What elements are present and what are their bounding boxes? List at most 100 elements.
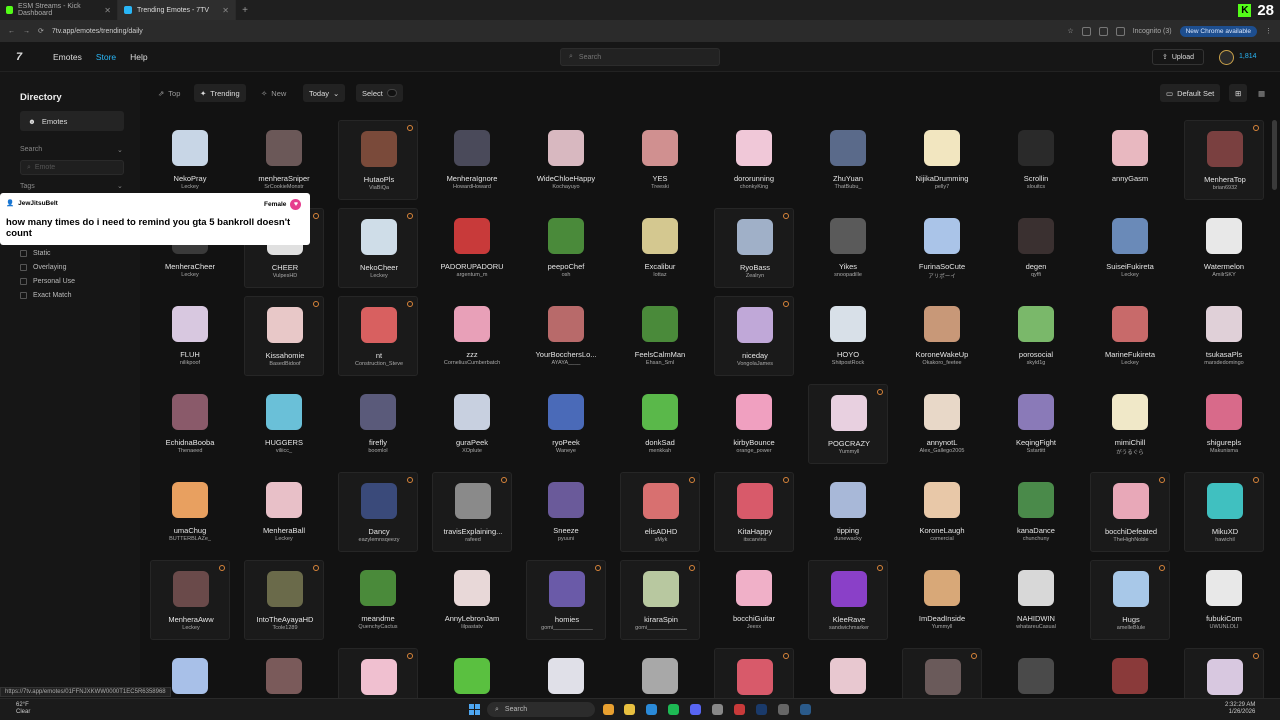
emote-card[interactable]: dororunning chonkyKing xyxy=(714,120,794,200)
emote-card[interactable]: KeqingFight Sstartitt xyxy=(996,384,1076,464)
emote-card[interactable]: FeelsCalmMan Ehsan_Sml xyxy=(620,296,700,376)
emote-card[interactable]: NekoPray Leckey xyxy=(150,120,230,200)
bookmark-star-icon[interactable]: ☆ xyxy=(1067,27,1073,35)
emote-card[interactable]: Kissahomie BasedBidoof xyxy=(244,296,324,376)
emote-card[interactable]: HUGGERS viliicc_ xyxy=(244,384,324,464)
emote-card[interactable]: umaChug BUTTERBLAZe_ xyxy=(150,472,230,552)
emote-card[interactable]: MikuXD hawichil xyxy=(1184,472,1264,552)
obs-icon[interactable] xyxy=(712,704,723,715)
extension-icon[interactable] xyxy=(1081,26,1091,36)
emote-card[interactable]: MenheraBall Leckey xyxy=(244,472,324,552)
checkbox[interactable] xyxy=(20,292,27,299)
emote-card[interactable]: travisExplaining... rafeed xyxy=(432,472,512,552)
close-tab-icon[interactable]: ✕ xyxy=(222,6,229,15)
emote-card[interactable] xyxy=(526,648,606,700)
nav-store[interactable]: Store xyxy=(96,52,116,62)
list-view-icon[interactable]: ▦ xyxy=(1252,84,1271,102)
emote-card[interactable]: niceday VongolaJames xyxy=(714,296,794,376)
emote-card[interactable]: MenheraAww Leckey xyxy=(150,560,230,640)
photoshop-icon[interactable] xyxy=(756,704,767,715)
emote-card[interactable]: porosocial skyld1g xyxy=(996,296,1076,376)
emote-card[interactable] xyxy=(1090,648,1170,700)
tab-new[interactable]: ✧ New xyxy=(255,84,292,102)
grid-view-icon[interactable]: ⊞ xyxy=(1229,84,1248,102)
emote-card[interactable] xyxy=(338,648,418,700)
emote-card[interactable]: ZhuYuan ThatBubu_ xyxy=(808,120,888,200)
emote-card[interactable]: RyoBass Zealryn xyxy=(714,208,794,288)
extension-icon[interactable] xyxy=(1115,26,1125,36)
chevron-down-icon[interactable]: ⌄ xyxy=(117,182,123,190)
emote-card[interactable]: elisADHD sMyk xyxy=(620,472,700,552)
emote-card[interactable]: donkSad menkkah xyxy=(620,384,700,464)
chrome-icon[interactable] xyxy=(603,704,614,715)
discord-icon[interactable] xyxy=(690,704,701,715)
emote-card[interactable] xyxy=(996,648,1076,700)
emote-card[interactable]: NijikaDrumming pelly7 xyxy=(902,120,982,200)
new-chrome-badge[interactable]: New Chrome available xyxy=(1179,25,1257,37)
tab-trending[interactable]: ✦ Trending xyxy=(194,84,246,102)
taskbar-search[interactable]: ⌕ Search xyxy=(487,702,595,717)
emote-card[interactable]: annynotL Alex_Gallego2005 xyxy=(902,384,982,464)
filter-exact-match[interactable]: Exact Match xyxy=(20,292,72,299)
emote-card[interactable]: homies gomi_____________ xyxy=(526,560,606,640)
emote-card[interactable]: zzz CorneliusCumberbatch xyxy=(432,296,512,376)
file-explorer-icon[interactable] xyxy=(624,704,635,715)
emote-card[interactable]: Sneeze pyuuni xyxy=(526,472,606,552)
upload-button[interactable]: ⇪ Upload xyxy=(1152,49,1204,65)
new-tab-icon[interactable]: + xyxy=(236,5,254,16)
select-toggle[interactable]: Select xyxy=(356,84,403,102)
emote-card[interactable]: HOYO ShitpostRock xyxy=(808,296,888,376)
close-tab-icon[interactable]: ✕ xyxy=(104,6,111,15)
emote-card[interactable]: tsukasaPls marsdedomingo xyxy=(1184,296,1264,376)
nav-emotes[interactable]: Emotes xyxy=(53,52,82,62)
emote-card[interactable]: kirbyBounce orange_power xyxy=(714,384,794,464)
emote-card[interactable]: KoroneWakeUp Okakoro_feetee xyxy=(902,296,982,376)
checkbox[interactable] xyxy=(20,278,27,285)
emote-card[interactable]: Watermelon AmilrSKY xyxy=(1184,208,1264,288)
emote-card[interactable]: peepoChef osh xyxy=(526,208,606,288)
emote-card[interactable]: Scrollin slouitcs xyxy=(996,120,1076,200)
emote-card[interactable]: SuiseiFukireta Leckey xyxy=(1090,208,1170,288)
emote-card[interactable]: annyGasm xyxy=(1090,120,1170,200)
emote-card[interactable]: fubukiCom UWUNLOLI xyxy=(1184,560,1264,640)
emote-card[interactable]: FLUH nilikpoof xyxy=(150,296,230,376)
steam-icon[interactable] xyxy=(800,704,811,715)
emote-card[interactable]: MenheraTop brian6932 xyxy=(1184,120,1264,200)
edge-icon[interactable] xyxy=(646,704,657,715)
emote-card[interactable] xyxy=(714,648,794,700)
emote-card[interactable] xyxy=(902,648,982,700)
emote-card[interactable]: guraPeek XOplute xyxy=(432,384,512,464)
nav-help[interactable]: Help xyxy=(130,52,147,62)
filter-static[interactable]: Static xyxy=(20,250,51,257)
filter-overlaying[interactable]: Overlaying xyxy=(20,264,66,271)
emote-card[interactable] xyxy=(244,648,324,700)
emote-card[interactable]: bocchiDefeated TheHighNoble xyxy=(1090,472,1170,552)
menu-kebab-icon[interactable]: ⋮ xyxy=(1265,27,1272,35)
emote-card[interactable]: kiraraSpin gomi_____________ xyxy=(620,560,700,640)
checkbox[interactable] xyxy=(20,264,27,271)
emote-card[interactable]: MenheraIgnore HowardHoward xyxy=(432,120,512,200)
emote-card[interactable]: firefly boomlol xyxy=(338,384,418,464)
emote-card[interactable]: bocchiGuitar Jeexx xyxy=(714,560,794,640)
checkbox[interactable] xyxy=(20,250,27,257)
emote-card[interactable]: MarineFukireta Leckey xyxy=(1090,296,1170,376)
extension-icon[interactable] xyxy=(1098,26,1108,36)
emote-card[interactable] xyxy=(432,648,512,700)
emote-card[interactable]: Dancy eazylemnsqeezy xyxy=(338,472,418,552)
reload-icon[interactable]: ⟳ xyxy=(38,27,44,35)
emote-card[interactable]: WideChloeHappy Kochayuyo xyxy=(526,120,606,200)
terminal-icon[interactable] xyxy=(778,704,789,715)
emote-card[interactable]: NekoCheer Leckey xyxy=(338,208,418,288)
header-search-input[interactable]: ⌕ Search xyxy=(560,48,720,66)
emote-card[interactable]: NAHIDWIN whatareuCasual xyxy=(996,560,1076,640)
emote-card[interactable]: Hugs amelleBlule xyxy=(1090,560,1170,640)
forward-icon[interactable]: → xyxy=(23,28,30,35)
emote-card[interactable]: degen qyffi xyxy=(996,208,1076,288)
url-field[interactable]: 7tv.app/emotes/trending/daily xyxy=(52,28,1060,35)
emote-search-input[interactable]: ⌕ Emote xyxy=(20,160,124,175)
emote-card[interactable]: meandme QuenchyCactus xyxy=(338,560,418,640)
system-clock[interactable]: 2:32:29 AM 1/26/2026 xyxy=(1225,702,1255,716)
emote-card[interactable]: menheraSniper SrCookieMonstr xyxy=(244,120,324,200)
emote-card[interactable] xyxy=(620,648,700,700)
emote-card[interactable]: AnnyLebronJam lilpastatv xyxy=(432,560,512,640)
